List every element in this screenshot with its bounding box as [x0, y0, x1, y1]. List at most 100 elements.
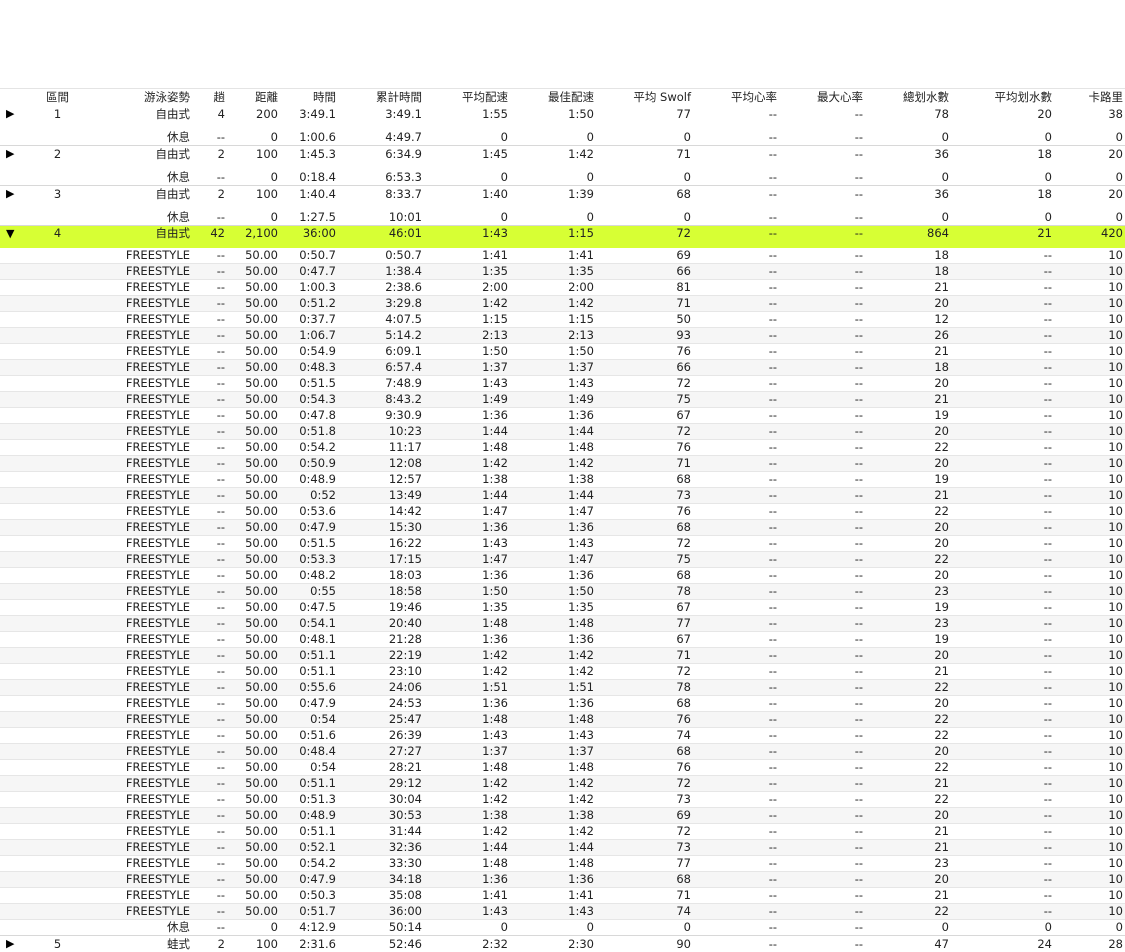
length-row[interactable]: FREESTYLE -- 50.00 0:51.7 36:00 1:43 1:43 74 -- -… — [0, 904, 1125, 920]
rest-row[interactable]: 休息 -- 0 0:18.4 6:53.3 0 0 0 -- -- 0 0 0 — [0, 170, 1125, 186]
rest-row[interactable]: 休息 -- 0 1:00.6 4:49.7 0 0 0 -- -- 0 0 0 — [0, 130, 1125, 146]
stroke-type-cell: FREESTYLE — [125, 840, 190, 854]
best-pace-cell: 0 — [586, 130, 594, 144]
avg-strokes-cell: 0 — [1044, 130, 1052, 144]
lap-row[interactable]: ▶ 5 蛙式 2 100 2:31.6 52:46 2:32 2:30 90 -- -- 47 24 28 — [0, 936, 1125, 952]
length-row[interactable]: FREESTYLE -- 50.00 0:47.9 24:53 1:36 1:36 68 -- -… — [0, 696, 1125, 712]
length-row[interactable]: FREESTYLE -- 50.00 0:51.6 26:39 1:43 1:43 74 -- -… — [0, 728, 1125, 744]
time-cell: 0:51.6 — [299, 728, 336, 742]
lap-row[interactable]: ▶ 2 自由式 2 100 1:45.3 6:34.9 1:45 1:42 71 -- -- 36 18 2… — [0, 146, 1125, 162]
avg-pace-cell: 1:42 — [482, 776, 508, 790]
max-heart-rate-cell: -- — [854, 872, 863, 886]
length-row[interactable]: FREESTYLE -- 50.00 0:47.9 34:18 1:36 1:36 68 -- -… — [0, 872, 1125, 888]
stroke-type-cell: FREESTYLE — [125, 504, 190, 518]
avg-swolf-cell: 0 — [683, 130, 691, 144]
avg-heart-rate-cell: -- — [768, 808, 777, 822]
cumulative-time-cell: 36:00 — [388, 904, 422, 918]
length-row[interactable]: FREESTYLE -- 50.00 0:52 13:49 1:44 1:44 73 -- -- 2… — [0, 488, 1125, 504]
length-row[interactable]: FREESTYLE -- 50.00 0:54.2 11:17 1:48 1:48 76 -- -… — [0, 440, 1125, 456]
collapse-triangle-icon[interactable]: ▼ — [6, 226, 20, 248]
lap-row[interactable]: ▼ 4 自由式 42 2,100 36:00 46:01 1:43 1:15 72 -- -- 864 2… — [0, 226, 1125, 248]
length-row[interactable]: FREESTYLE -- 50.00 0:54.3 8:43.2 1:49 1:49 75 --… — [0, 392, 1125, 408]
distance-cell: 0 — [270, 130, 278, 144]
length-row[interactable]: FREESTYLE -- 50.00 0:51.1 22:19 1:42 1:42 71 -- -… — [0, 648, 1125, 664]
avg-strokes-cell: -- — [1043, 440, 1052, 454]
calories-cell: 10 — [1108, 792, 1123, 806]
calories-cell: 10 — [1108, 536, 1123, 550]
avg-strokes-cell: -- — [1043, 616, 1052, 630]
cumulative-time-cell: 28:21 — [388, 760, 422, 774]
length-row[interactable]: FREESTYLE -- 50.00 0:54 25:47 1:48 1:48 76 -- -- 2… — [0, 712, 1125, 728]
length-row[interactable]: FREESTYLE -- 50.00 0:51.5 7:48.9 1:43 1:43 72 --… — [0, 376, 1125, 392]
cumulative-time-cell: 22:19 — [388, 648, 422, 662]
max-heart-rate-cell: -- — [854, 648, 863, 662]
stroke-type-cell: FREESTYLE — [125, 792, 190, 806]
best-pace-cell: 1:36 — [568, 408, 594, 422]
length-row[interactable]: FREESTYLE -- 50.00 0:53.6 14:42 1:47 1:47 76 -- -… — [0, 504, 1125, 520]
lap-row[interactable]: ▶ 1 自由式 4 200 3:49.1 3:49.1 1:55 1:50 77 -- -- 78 20 3… — [0, 106, 1125, 122]
length-row[interactable]: FREESTYLE -- 50.00 0:48.9 12:57 1:38 1:38 68 -- -… — [0, 472, 1125, 488]
expand-triangle-icon[interactable]: ▶ — [6, 186, 20, 202]
lap-row[interactable]: ▶ 3 自由式 2 100 1:40.4 8:33.7 1:40 1:39 68 -- -- 36 18 2… — [0, 186, 1125, 202]
avg-pace-cell: 1:41 — [482, 248, 508, 262]
length-row[interactable]: FREESTYLE -- 50.00 0:48.2 18:03 1:36 1:36 68 -- -… — [0, 568, 1125, 584]
stroke-type-cell: FREESTYLE — [125, 360, 190, 374]
lengths-cell: -- — [216, 392, 225, 406]
cumulative-time-cell: 3:49.1 — [385, 107, 422, 121]
length-row[interactable]: FREESTYLE -- 50.00 0:47.5 19:46 1:35 1:35 67 -- -… — [0, 600, 1125, 616]
length-row[interactable]: FREESTYLE -- 50.00 0:50.3 35:08 1:41 1:41 71 -- -… — [0, 888, 1125, 904]
length-row[interactable]: FREESTYLE -- 50.00 0:54.1 20:40 1:48 1:48 77 -- -… — [0, 616, 1125, 632]
length-row[interactable]: FREESTYLE -- 50.00 0:50.9 12:08 1:42 1:42 71 -- -… — [0, 456, 1125, 472]
stroke-type-cell: 蛙式 — [167, 937, 190, 951]
length-row[interactable]: FREESTYLE -- 50.00 0:47.8 9:30.9 1:36 1:36 67 --… — [0, 408, 1125, 424]
length-row[interactable]: FREESTYLE -- 50.00 0:37.7 4:07.5 1:15 1:15 50 --… — [0, 312, 1125, 328]
avg-swolf-cell: 71 — [676, 888, 691, 902]
avg-strokes-cell: 18 — [1037, 187, 1052, 201]
length-row[interactable]: FREESTYLE -- 50.00 0:51.1 29:12 1:42 1:42 72 -- -… — [0, 776, 1125, 792]
length-row[interactable]: FREESTYLE -- 50.00 0:48.1 21:28 1:36 1:36 67 -- -… — [0, 632, 1125, 648]
expand-triangle-icon[interactable]: ▶ — [6, 106, 20, 122]
length-row[interactable]: FREESTYLE -- 50.00 0:54 28:21 1:48 1:48 76 -- -- 2… — [0, 760, 1125, 776]
stroke-type-cell: FREESTYLE — [125, 296, 190, 310]
expand-triangle-icon[interactable]: ▶ — [6, 936, 20, 952]
time-cell: 0:48.4 — [299, 744, 336, 758]
length-row[interactable]: FREESTYLE -- 50.00 0:51.1 31:44 1:42 1:42 72 -- -… — [0, 824, 1125, 840]
length-row[interactable]: FREESTYLE -- 50.00 0:51.8 10:23 1:44 1:44 72 -- -… — [0, 424, 1125, 440]
rest-row[interactable]: 休息 -- 0 1:27.5 10:01 0 0 0 -- -- 0 0 0 — [0, 210, 1125, 226]
length-row[interactable]: FREESTYLE -- 50.00 0:53.3 17:15 1:47 1:47 75 -- -… — [0, 552, 1125, 568]
lengths-cell: -- — [216, 424, 225, 438]
distance-cell: 200 — [256, 107, 278, 121]
rest-row[interactable]: 休息 -- 0 4:12.9 50:14 0 0 0 -- -- 0 0 0 — [0, 920, 1125, 936]
distance-cell: 50.00 — [245, 600, 278, 614]
length-row[interactable]: FREESTYLE -- 50.00 0:55.6 24:06 1:51 1:51 78 -- -… — [0, 680, 1125, 696]
length-row[interactable]: FREESTYLE -- 50.00 1:06.7 5:14.2 2:13 2:13 93 --… — [0, 328, 1125, 344]
header-calories: 卡路里 — [1088, 90, 1124, 104]
time-cell: 0:50.3 — [299, 888, 336, 902]
distance-cell: 50.00 — [245, 360, 278, 374]
total-strokes-cell: 0 — [941, 170, 949, 184]
length-row[interactable]: FREESTYLE -- 50.00 0:51.1 23:10 1:42 1:42 72 -- -… — [0, 664, 1125, 680]
distance-cell: 50.00 — [245, 744, 278, 758]
stroke-type-cell: FREESTYLE — [125, 696, 190, 710]
length-row[interactable]: FREESTYLE -- 50.00 0:51.2 3:29.8 1:42 1:42 71 --… — [0, 296, 1125, 312]
avg-heart-rate-cell: -- — [768, 296, 777, 310]
length-row[interactable]: FREESTYLE -- 50.00 0:48.3 6:57.4 1:37 1:37 66 --… — [0, 360, 1125, 376]
expand-triangle-icon[interactable]: ▶ — [6, 146, 20, 162]
best-pace-cell: 0 — [586, 210, 594, 224]
length-row[interactable]: FREESTYLE -- 50.00 0:55 18:58 1:50 1:50 78 -- -- 2… — [0, 584, 1125, 600]
length-row[interactable]: FREESTYLE -- 50.00 0:54.9 6:09.1 1:50 1:50 76 --… — [0, 344, 1125, 360]
length-row[interactable]: FREESTYLE -- 50.00 0:48.9 30:53 1:38 1:38 69 -- -… — [0, 808, 1125, 824]
length-row[interactable]: FREESTYLE -- 50.00 0:52.1 32:36 1:44 1:44 73 -- -… — [0, 840, 1125, 856]
length-row[interactable]: FREESTYLE -- 50.00 0:47.9 15:30 1:36 1:36 68 -- -… — [0, 520, 1125, 536]
cumulative-time-cell: 50:14 — [388, 920, 422, 934]
length-row[interactable]: FREESTYLE -- 50.00 0:54.2 33:30 1:48 1:48 77 -- -… — [0, 856, 1125, 872]
length-row[interactable]: FREESTYLE -- 50.00 0:47.7 1:38.4 1:35 1:35 66 --… — [0, 264, 1125, 280]
length-row[interactable]: FREESTYLE -- 50.00 0:51.3 30:04 1:42 1:42 73 -- -… — [0, 792, 1125, 808]
length-row[interactable]: FREESTYLE -- 50.00 0:50.7 0:50.7 1:41 1:41 69 --… — [0, 248, 1125, 264]
time-cell: 0:50.9 — [299, 456, 336, 470]
max-heart-rate-cell: -- — [854, 147, 863, 161]
stroke-type-cell: FREESTYLE — [125, 520, 190, 534]
length-row[interactable]: FREESTYLE -- 50.00 0:48.4 27:27 1:37 1:37 68 -- -… — [0, 744, 1125, 760]
length-row[interactable]: FREESTYLE -- 50.00 1:00.3 2:38.6 2:00 2:00 81 --… — [0, 280, 1125, 296]
length-row[interactable]: FREESTYLE -- 50.00 0:51.5 16:22 1:43 1:43 72 -- -… — [0, 536, 1125, 552]
